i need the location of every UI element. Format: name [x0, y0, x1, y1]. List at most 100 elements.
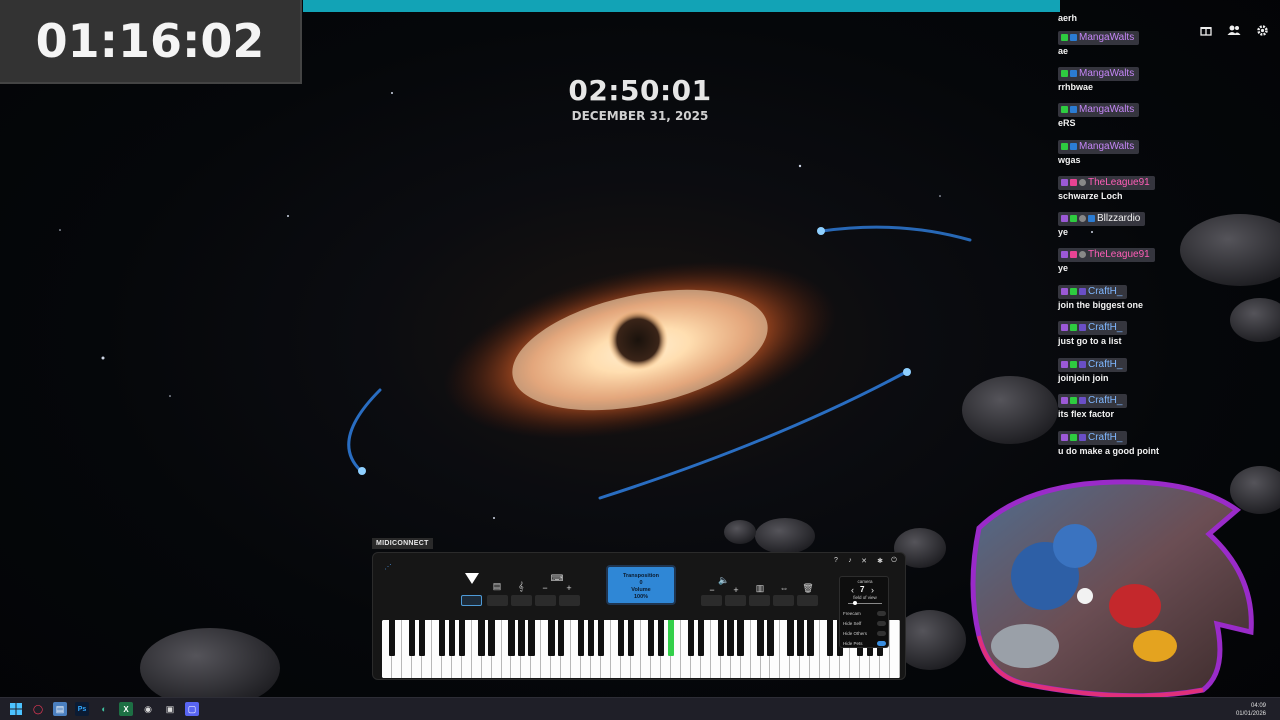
black-key[interactable] — [767, 620, 774, 656]
trash-icon[interactable]: 🗑 — [801, 583, 815, 594]
black-key[interactable] — [797, 620, 804, 656]
sheet-icon[interactable]: ▤ — [490, 581, 504, 592]
metronome-icon[interactable]: ▥ — [753, 583, 767, 594]
option-hide-pets[interactable]: Hide Pets — [843, 641, 886, 646]
opera-icon[interactable]: ◯ — [31, 702, 45, 716]
black-key[interactable] — [787, 620, 794, 656]
fov-next-icon[interactable]: › — [871, 585, 874, 595]
black-key[interactable] — [647, 620, 655, 656]
black-key[interactable] — [737, 620, 744, 656]
octave-down-button[interactable] — [535, 595, 556, 606]
control-button[interactable] — [797, 595, 818, 606]
black-key[interactable] — [657, 620, 665, 656]
app-icon[interactable]: ◉ — [141, 702, 155, 716]
black-key[interactable] — [667, 620, 675, 656]
toggle-switch[interactable] — [877, 621, 886, 626]
photoshop-icon[interactable]: Ps — [75, 702, 89, 716]
toggle-switch[interactable] — [877, 611, 886, 616]
badge-icon — [1070, 324, 1077, 331]
windows-start-icon[interactable] — [9, 702, 23, 716]
black-key[interactable] — [488, 620, 495, 656]
black-key[interactable] — [588, 620, 595, 656]
octave-up-icon[interactable]: + — [562, 583, 576, 593]
app-icon[interactable]: ▣ — [163, 702, 177, 716]
black-key[interactable] — [757, 620, 764, 656]
control-button[interactable] — [511, 595, 532, 606]
volume-up-button[interactable] — [725, 595, 746, 606]
black-key[interactable] — [687, 620, 694, 656]
control-button[interactable] — [749, 595, 770, 606]
black-key[interactable] — [458, 620, 465, 656]
display-volume-value: 100% — [633, 594, 649, 600]
gear-icon[interactable]: ✱ — [873, 557, 887, 565]
excel-icon[interactable]: X — [119, 702, 133, 716]
keyboard-icon[interactable]: ⌨ — [550, 573, 564, 584]
notepad-icon[interactable]: ▤ — [53, 702, 67, 716]
volume-up-icon[interactable]: + — [729, 585, 743, 595]
black-key[interactable] — [827, 620, 834, 656]
power-icon[interactable]: ⏻ — [887, 557, 901, 565]
users-icon[interactable] — [1226, 22, 1242, 38]
white-key[interactable] — [890, 620, 900, 678]
black-key[interactable] — [697, 620, 704, 656]
chat-message-text: joinjoin join — [1058, 373, 1109, 383]
black-key[interactable] — [717, 620, 724, 656]
toggle-switch[interactable] — [877, 641, 886, 646]
option-hide-self[interactable]: Hide Self — [843, 621, 886, 626]
record-button[interactable] — [461, 595, 482, 606]
option-freecam[interactable]: Freecam — [843, 611, 886, 616]
black-key[interactable] — [578, 620, 585, 656]
chat-user-badge: Bllzzardio — [1058, 211, 1146, 226]
black-key[interactable] — [807, 620, 814, 656]
black-key[interactable] — [408, 620, 416, 656]
black-key[interactable] — [727, 620, 734, 656]
fov-prev-icon[interactable]: ‹ — [851, 585, 854, 595]
chat-message-text: ye — [1058, 227, 1069, 237]
black-key[interactable] — [418, 620, 426, 656]
black-key[interactable] — [438, 620, 445, 656]
black-key[interactable] — [548, 620, 555, 656]
chat-message-text: wgas — [1058, 155, 1081, 165]
tempo-icon[interactable]: ♪ — [843, 557, 857, 564]
octave-up-button[interactable] — [559, 595, 580, 606]
roblox-icon[interactable]: ▢ — [185, 702, 199, 716]
black-key[interactable] — [518, 620, 525, 656]
toggle-switch[interactable] — [877, 631, 886, 636]
webcam-overlay — [970, 479, 1254, 699]
taskbar-date: 01/01/2026 — [1235, 711, 1266, 717]
black-key[interactable] — [388, 620, 396, 656]
octave-down-icon[interactable]: − — [538, 583, 552, 593]
settings-icon[interactable] — [1254, 22, 1270, 38]
loop-icon[interactable]: ⇔ — [777, 583, 791, 593]
black-key[interactable] — [627, 620, 635, 656]
browser-icon[interactable]: ◐ — [97, 702, 111, 716]
cursor-arrow-icon — [465, 573, 479, 584]
black-key[interactable] — [478, 620, 485, 656]
world-clock: 02:50:01 DECEMBER 31, 2025 — [540, 74, 740, 123]
black-key[interactable] — [508, 620, 515, 656]
fov-slider-handle[interactable] — [853, 601, 857, 605]
chat-message-text: its flex factor — [1058, 409, 1115, 419]
display-volume-label: Volume — [631, 587, 651, 593]
black-key[interactable] — [617, 620, 625, 656]
black-key[interactable] — [448, 620, 455, 656]
control-button[interactable] — [773, 595, 794, 606]
clock-time: 02:50:01 — [568, 74, 712, 107]
sustain-icon[interactable]: 𝄞 — [514, 581, 528, 592]
volume-down-icon[interactable]: − — [705, 585, 719, 595]
control-button[interactable] — [487, 595, 508, 606]
camera-icon[interactable]: ✕ — [857, 557, 871, 565]
badge-icon — [1079, 251, 1086, 258]
black-key[interactable] — [558, 620, 565, 656]
taskbar-clock[interactable]: 04:09 01/01/2026 — [1236, 702, 1266, 718]
black-key[interactable] — [597, 620, 605, 656]
help-icon[interactable]: ? — [829, 557, 843, 564]
volume-down-button[interactable] — [701, 595, 722, 606]
option-hide-others[interactable]: Hide Others — [843, 631, 886, 636]
chat-user-badge: CraftH_ — [1058, 430, 1128, 445]
chat-message-text: schwarze Loch — [1058, 191, 1123, 201]
chat-message-text: join the biggest one — [1058, 300, 1143, 310]
piano-keyboard[interactable] — [382, 620, 900, 678]
stream-timer: 01:16:02 — [0, 0, 302, 84]
black-key[interactable] — [528, 620, 535, 656]
